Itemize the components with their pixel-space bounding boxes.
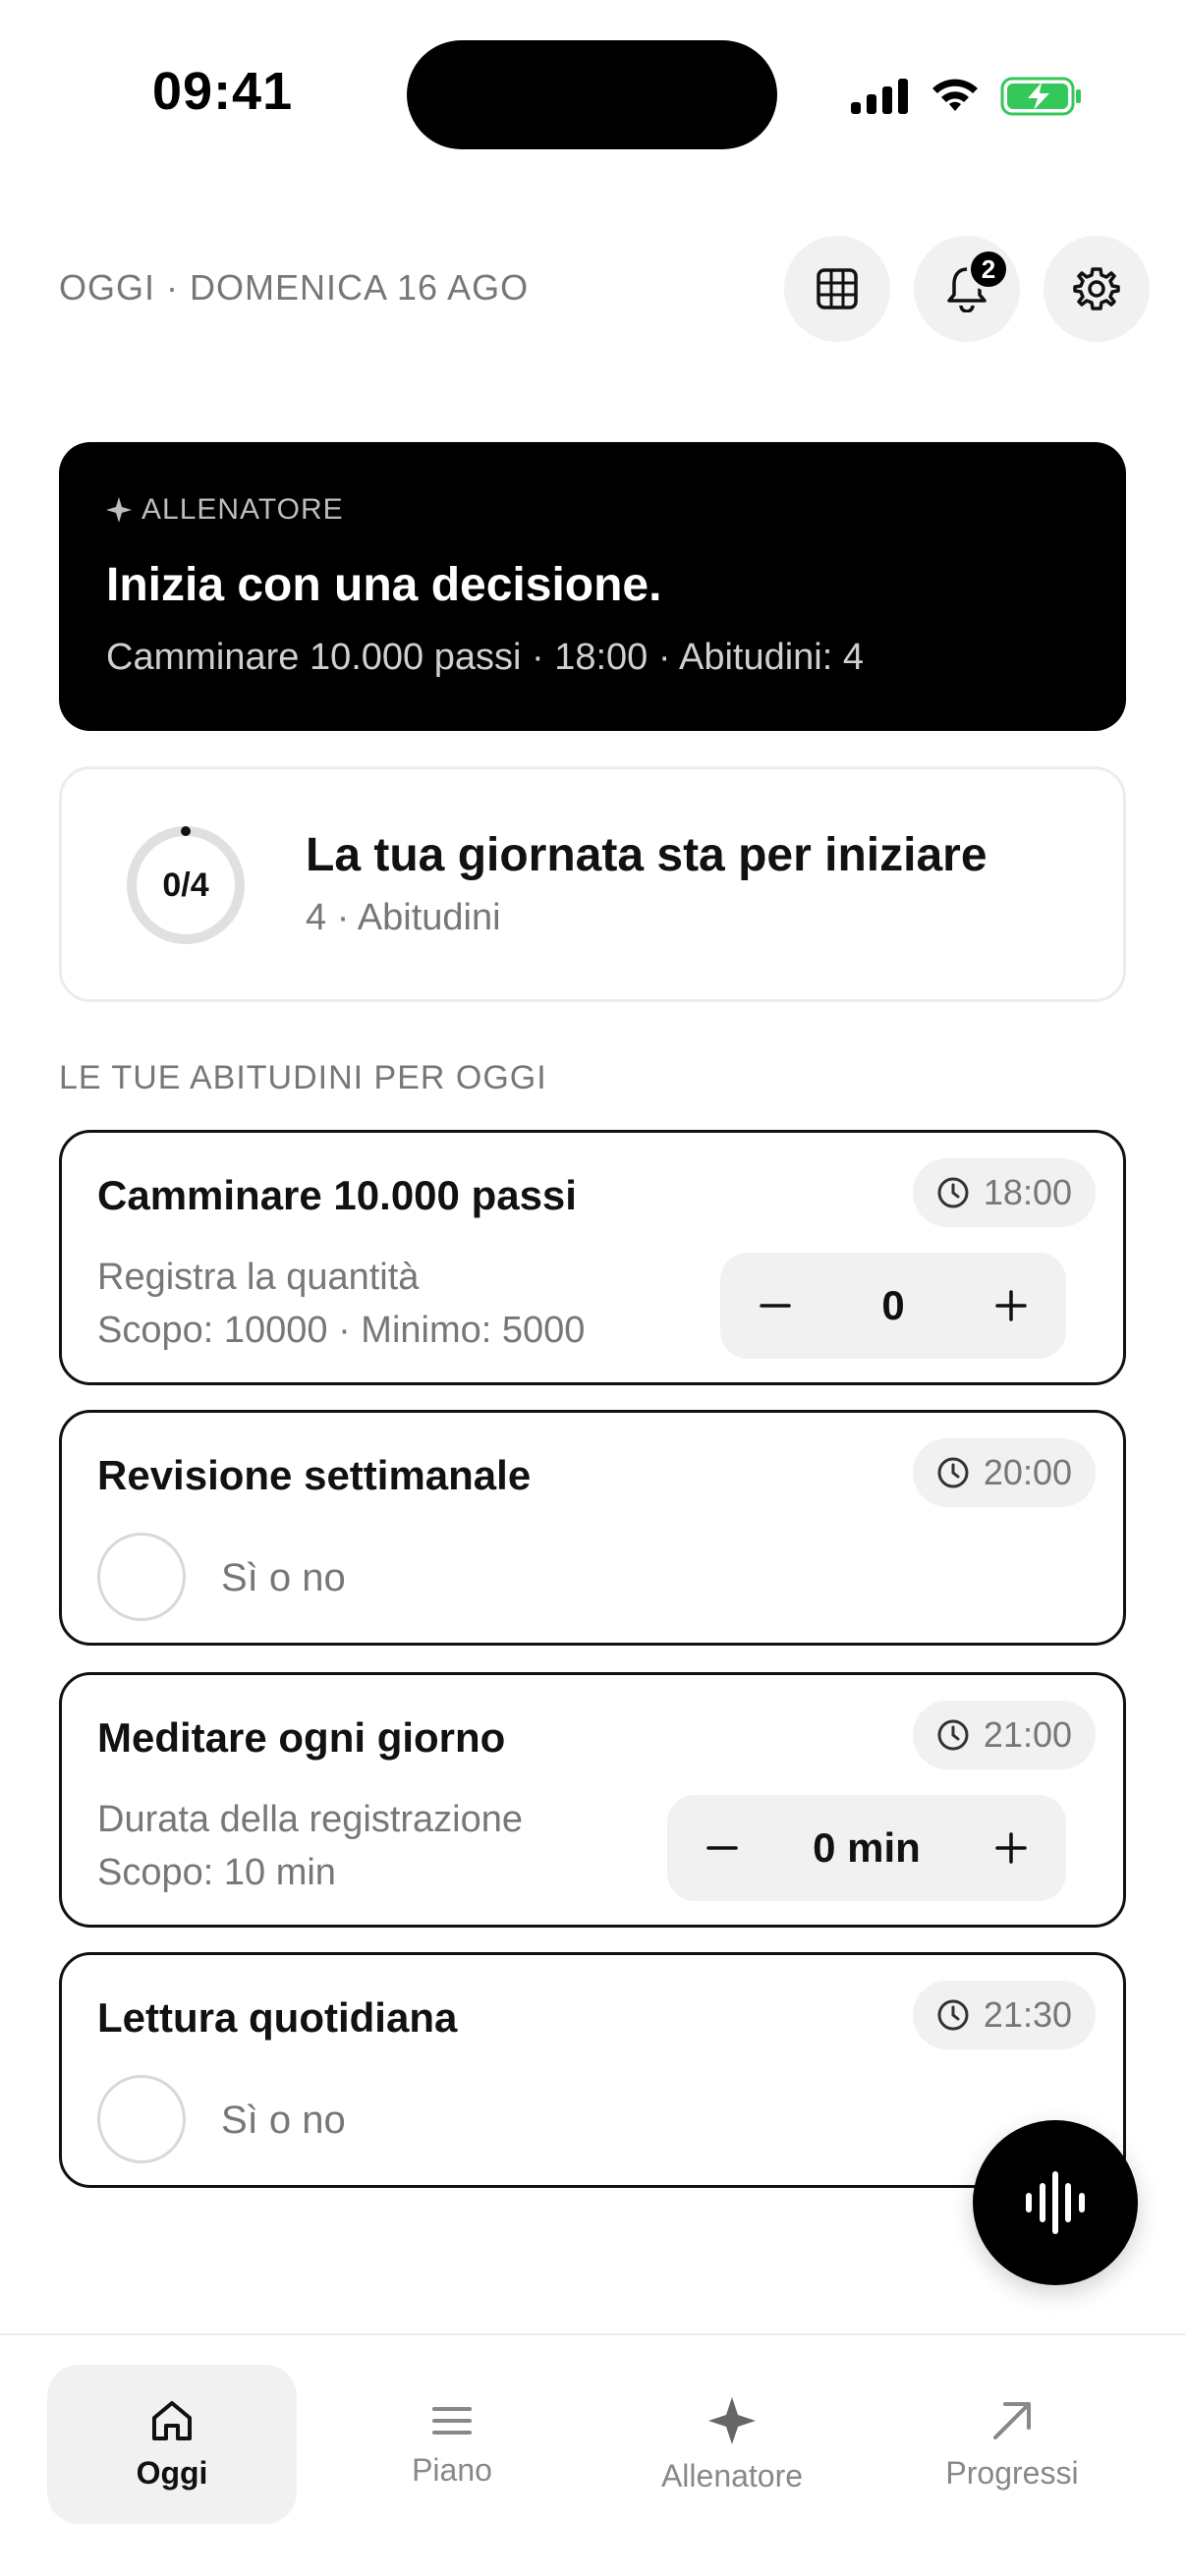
- plus-icon: [995, 1290, 1027, 1321]
- calendar-grid-icon: [817, 268, 858, 309]
- habit-time: 18:00: [983, 1172, 1072, 1212]
- day-progress-card: 0/4 La tua giornata sta per iniziare 4 ·…: [59, 766, 1126, 1002]
- home-icon: [152, 2400, 192, 2440]
- coach-label-text: ALLENATORE: [141, 493, 344, 526]
- progress-title: La tua giornata sta per iniziare: [306, 829, 988, 881]
- habit-desc-line: Durata della registrazione: [97, 1799, 524, 1840]
- nav-tab-progressi[interactable]: Progressi: [887, 2365, 1137, 2524]
- habit-goal-line: Scopo: 10000 · Minimo: 5000: [97, 1310, 586, 1351]
- clock-icon: [937, 1457, 969, 1488]
- nav-tab-oggi[interactable]: Oggi: [47, 2365, 297, 2524]
- waveform-icon: [1026, 2171, 1085, 2234]
- voice-input-button[interactable]: [973, 2120, 1138, 2285]
- nav-label: Piano: [412, 2451, 492, 2488]
- notification-badge: 2: [967, 248, 1010, 291]
- habit-time: 21:00: [983, 1714, 1072, 1755]
- habit-title: Camminare 10.000 passi: [97, 1172, 577, 1218]
- habit-time-pill: 18:00: [912, 1158, 1096, 1227]
- minus-icon: [760, 1304, 791, 1308]
- habit-desc-line: Registra la quantità: [97, 1257, 420, 1298]
- habit-title: Revisione settimanale: [97, 1452, 532, 1498]
- status-time: 09:41: [152, 62, 294, 121]
- decrement-button[interactable]: [695, 1820, 750, 1876]
- menu-lines-icon: [432, 2406, 472, 2435]
- habit-description: Durata della registrazione Scopo: 10 min: [97, 1793, 523, 1899]
- habit-time: 20:00: [983, 1452, 1072, 1492]
- section-title: LE TUE ABITUDINI PER OGGI: [59, 1059, 547, 1096]
- cellular-signal-icon: [851, 79, 908, 114]
- quantity-stepper: 0: [720, 1253, 1066, 1359]
- duration-value: 0 min: [813, 1824, 921, 1871]
- dynamic-island: [407, 40, 777, 149]
- notifications-button[interactable]: 2: [914, 236, 1020, 342]
- increment-button[interactable]: [984, 1278, 1039, 1333]
- status-icons: [851, 73, 1083, 120]
- clock-icon: [937, 1719, 969, 1751]
- nav-label: Allenatore: [660, 2457, 804, 2493]
- plus-icon: [995, 1832, 1027, 1864]
- clock-icon: [937, 1177, 969, 1208]
- checkbox-label: Sì o no: [221, 2099, 346, 2142]
- habit-description: Registra la quantità Scopo: 10000 · Mini…: [97, 1251, 585, 1357]
- habit-card[interactable]: Camminare 10.000 passi 18:00 Registra la…: [59, 1130, 1126, 1385]
- increment-button[interactable]: [984, 1820, 1039, 1876]
- habit-card[interactable]: Meditare ogni giorno 21:00 Durata della …: [59, 1672, 1126, 1928]
- bottom-navigation: Oggi Piano Allenatore Progressi: [0, 2333, 1185, 2576]
- gear-icon: [1073, 267, 1120, 310]
- habit-time: 21:30: [983, 1994, 1072, 2035]
- decrement-button[interactable]: [748, 1278, 803, 1333]
- battery-charging-icon: [1000, 77, 1081, 116]
- habit-title: Lettura quotidiana: [97, 1994, 458, 2041]
- nav-label: Oggi: [136, 2454, 208, 2491]
- wifi-icon: [932, 79, 978, 111]
- status-bar: 09:41: [0, 0, 1185, 187]
- completion-checkbox[interactable]: [97, 2075, 186, 2163]
- nav-tab-allenatore[interactable]: Allenatore: [607, 2365, 857, 2524]
- checkbox-label: Sì o no: [221, 1556, 346, 1599]
- nav-label: Progressi: [945, 2454, 1079, 2491]
- clock-icon: [937, 1999, 969, 2031]
- progress-ring-label: 0/4: [162, 866, 209, 904]
- habit-time-pill: 20:00: [912, 1438, 1096, 1507]
- minus-icon: [706, 1846, 738, 1850]
- arrow-up-right-icon: [993, 2401, 1031, 2439]
- habit-time-pill: 21:30: [912, 1981, 1096, 2049]
- settings-button[interactable]: [1044, 236, 1150, 342]
- sparkle-icon: [106, 497, 132, 523]
- sparkle-icon: [708, 2396, 756, 2444]
- habit-time-pill: 21:00: [912, 1701, 1096, 1769]
- coach-subtitle: Camminare 10.000 passi · 18:00 · Abitudi…: [106, 637, 864, 678]
- habit-card[interactable]: Revisione settimanale 20:00 Sì o no: [59, 1410, 1126, 1646]
- nav-tab-piano[interactable]: Piano: [327, 2365, 577, 2524]
- habit-title: Meditare ogni giorno: [97, 1714, 506, 1761]
- quantity-value: 0: [881, 1282, 905, 1328]
- coach-label: ALLENATORE: [106, 493, 344, 527]
- coach-title: Inizia con una decisione.: [106, 559, 662, 611]
- duration-stepper: 0 min: [667, 1795, 1066, 1901]
- habit-card[interactable]: Lettura quotidiana 21:30 Sì o no: [59, 1952, 1126, 2188]
- completion-checkbox[interactable]: [97, 1533, 186, 1621]
- header-date: OGGI · DOMENICA 16 AGO: [59, 267, 530, 308]
- coach-card[interactable]: ALLENATORE Inizia con una decisione. Cam…: [59, 442, 1126, 731]
- habit-goal-line: Scopo: 10 min: [97, 1852, 336, 1893]
- progress-subtitle: 4 · Abitudini: [306, 897, 501, 938]
- calendar-button[interactable]: [784, 236, 890, 342]
